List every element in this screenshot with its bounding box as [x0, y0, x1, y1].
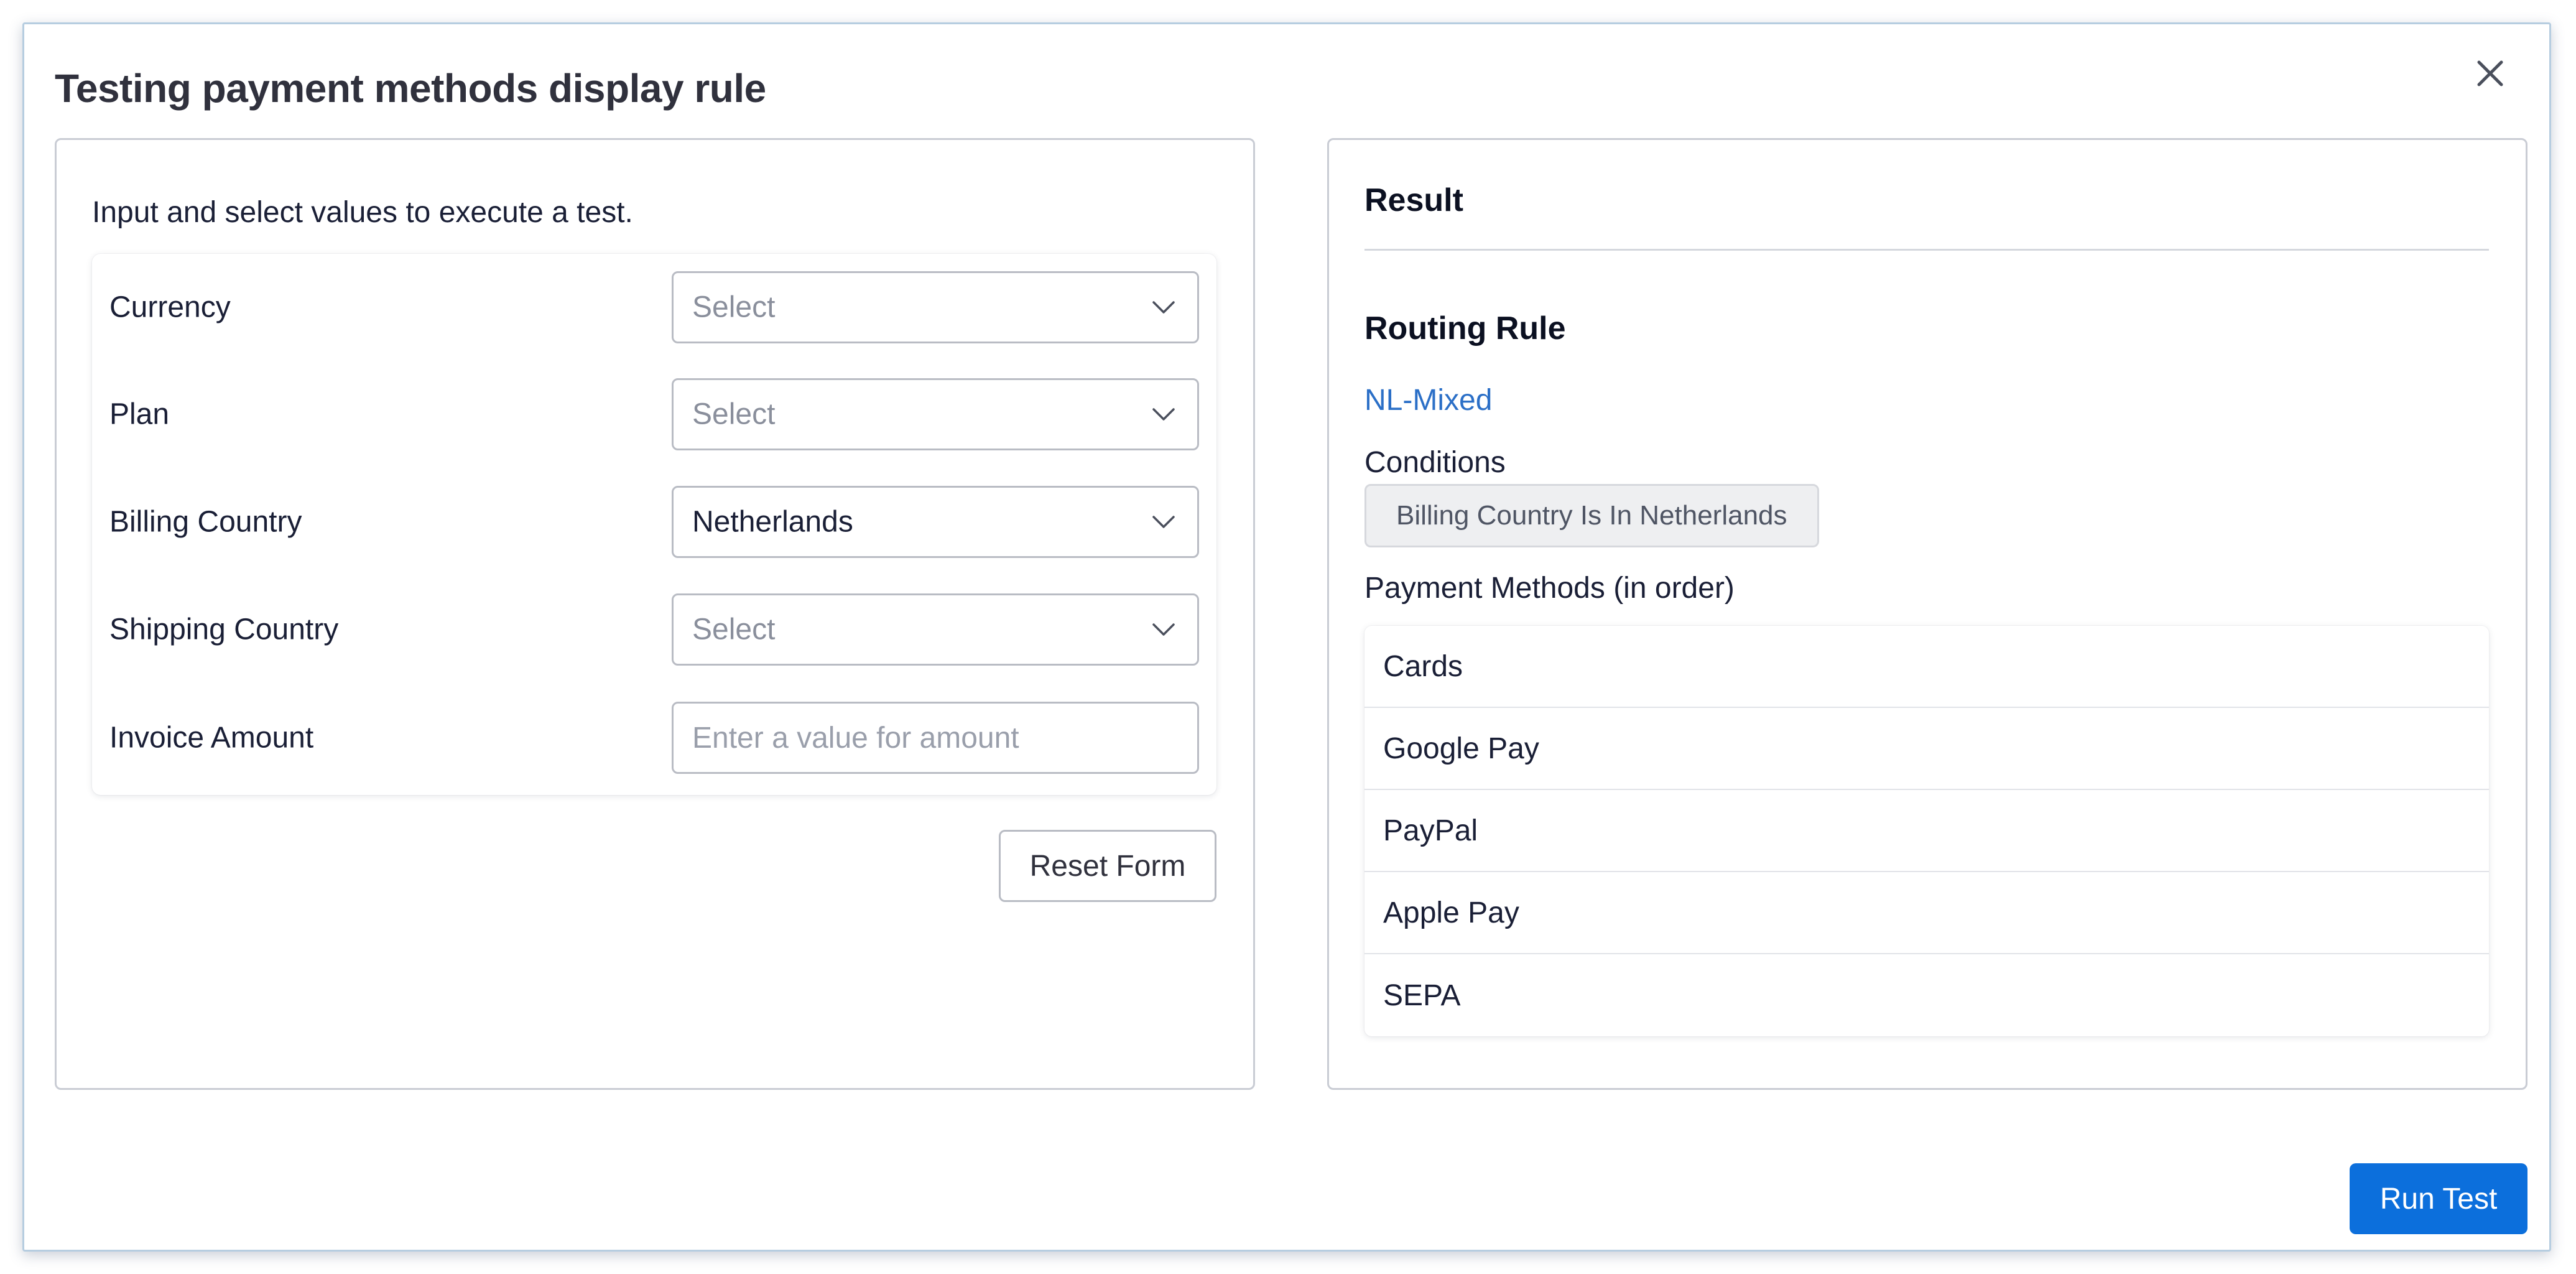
currency-select-value: Select [692, 291, 776, 324]
shipping-country-label: Shipping Country [109, 613, 339, 646]
shipping-country-select-value: Select [692, 613, 776, 646]
result-divider [1364, 249, 2489, 251]
chevron-down-icon [1149, 292, 1179, 322]
chevron-down-icon [1149, 615, 1179, 644]
invoice-amount-label: Invoice Amount [109, 721, 314, 755]
billing-country-label: Billing Country [109, 505, 302, 539]
list-item: Google Pay [1364, 708, 2489, 790]
form-row-shipping-country: Shipping Country Select [92, 593, 1216, 666]
form-intro: Input and select values to execute a tes… [92, 196, 633, 229]
reset-form-button[interactable]: Reset Form [999, 830, 1216, 902]
result-title: Result [1364, 182, 1463, 218]
billing-country-select[interactable]: Netherlands [672, 486, 1199, 558]
conditions-label: Conditions [1364, 446, 1506, 479]
currency-label: Currency [109, 291, 231, 324]
plan-label: Plan [109, 398, 170, 431]
currency-select[interactable]: Select [672, 271, 1199, 343]
payment-methods-list: Cards Google Pay PayPal Apple Pay SEPA [1364, 626, 2489, 1036]
payment-methods-label: Payment Methods (in order) [1364, 572, 1735, 605]
invoice-amount-input[interactable] [672, 702, 1199, 774]
form-row-currency: Currency Select [92, 271, 1216, 343]
chevron-down-icon [1149, 399, 1179, 429]
list-item: SEPA [1383, 979, 1461, 1012]
close-icon [2477, 60, 2503, 86]
list-item: Apple Pay [1364, 872, 2489, 954]
shipping-country-select[interactable]: Select [672, 593, 1199, 666]
run-test-button[interactable]: Run Test [2350, 1163, 2527, 1234]
test-form: Currency Select Plan Select Billing Coun… [92, 254, 1216, 795]
form-row-plan: Plan Select [92, 378, 1216, 450]
list-item: PayPal [1364, 790, 2489, 872]
dialog-title: Testing payment methods display rule [55, 66, 766, 111]
chevron-down-icon [1149, 507, 1179, 537]
form-row-billing-country: Billing Country Netherlands [92, 486, 1216, 558]
condition-chip: Billing Country Is In Netherlands [1364, 484, 1819, 547]
routing-rule-heading: Routing Rule [1364, 310, 1566, 346]
close-button[interactable] [2467, 50, 2514, 97]
plan-select[interactable]: Select [672, 378, 1199, 450]
plan-select-value: Select [692, 398, 776, 431]
list-item: Cards [1364, 626, 2489, 708]
billing-country-select-value: Netherlands [692, 505, 853, 539]
routing-rule-link[interactable]: NL-Mixed [1364, 386, 1492, 416]
form-row-invoice-amount: Invoice Amount [92, 702, 1216, 774]
